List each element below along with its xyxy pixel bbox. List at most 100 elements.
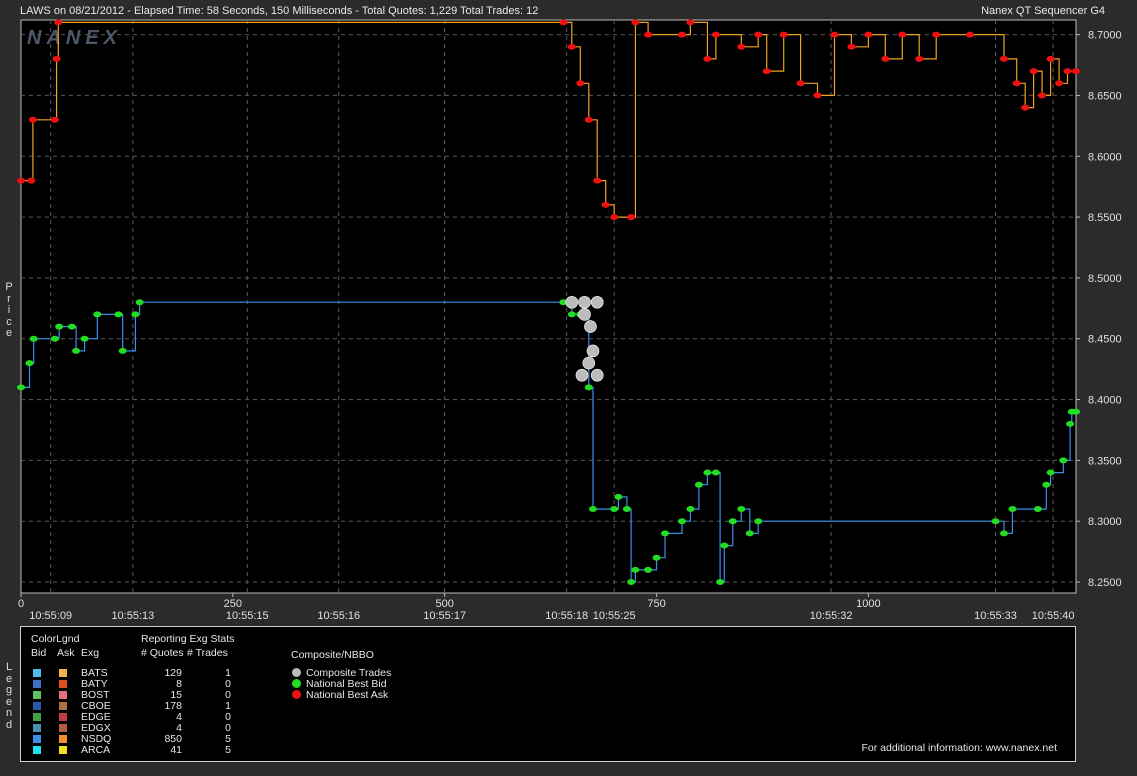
y-tick-label: 8.4500 xyxy=(1088,334,1122,346)
y-tick-label: 8.2500 xyxy=(1088,577,1122,589)
bid-point xyxy=(999,530,1008,537)
bid-point xyxy=(745,530,754,537)
ask-point xyxy=(593,177,602,184)
ask-point xyxy=(686,19,695,26)
bid-point xyxy=(652,554,661,561)
bid-point xyxy=(754,518,763,525)
ask-point xyxy=(54,19,63,26)
bid-point xyxy=(703,469,712,476)
ask-point xyxy=(813,92,822,99)
legend-ask-swatch xyxy=(59,724,67,732)
ask-point xyxy=(28,116,37,123)
ask-point xyxy=(703,55,712,62)
time-tick-label: 10:55:33 xyxy=(974,610,1017,622)
ask-point xyxy=(567,43,576,50)
legend-panel: ColorLgnd Bid Ask Exg Reporting Exg Stat… xyxy=(20,626,1076,762)
y-tick-label: 8.4000 xyxy=(1088,395,1122,407)
bid-point xyxy=(131,311,140,318)
legend-col-exg: Exg xyxy=(81,647,100,659)
bid-point xyxy=(93,311,102,318)
y-tick-label: 8.6500 xyxy=(1088,90,1122,102)
ask-point xyxy=(610,214,619,221)
trade-point xyxy=(584,320,597,333)
legend-ask-swatch xyxy=(59,702,67,710)
ask-point xyxy=(1021,104,1030,111)
bid-point xyxy=(610,506,619,513)
legend-bid-swatch xyxy=(33,735,41,743)
ask-point xyxy=(1072,68,1080,75)
ask-point xyxy=(737,43,746,50)
bid-point xyxy=(631,566,640,573)
legend-bid-swatch xyxy=(33,702,41,710)
x-tick-label: 0 xyxy=(18,598,24,610)
legend-ask-swatch xyxy=(59,669,67,677)
ask-point xyxy=(1012,80,1021,87)
time-tick-label: 10:55:32 xyxy=(810,610,853,622)
ask-point xyxy=(576,80,585,87)
ask-point xyxy=(864,31,873,38)
legend-bid-swatch xyxy=(33,680,41,688)
ask-point xyxy=(966,31,975,38)
legend-ask-swatch xyxy=(59,680,67,688)
bid-point xyxy=(29,335,38,342)
bid-point xyxy=(716,579,725,586)
bid-point xyxy=(1059,457,1068,464)
legend-col-ask: Ask xyxy=(57,647,75,659)
y-tick-label: 8.7000 xyxy=(1088,30,1122,42)
bid-point xyxy=(728,518,737,525)
legend-side-label: L e g e n d xyxy=(5,661,13,731)
time-tick-label: 10:55:13 xyxy=(111,610,154,622)
bid-point xyxy=(737,506,746,513)
legend-trade-count: 5 xyxy=(225,744,231,756)
bid-point xyxy=(644,566,653,573)
ask-point xyxy=(1055,80,1064,87)
legend-stats-title: Reporting Exg Stats xyxy=(141,633,235,645)
trade-point xyxy=(575,368,589,382)
time-tick-label: 10:55:15 xyxy=(226,610,269,622)
legend-bid-swatch xyxy=(33,746,41,754)
time-tick-label: 10:55:09 xyxy=(29,610,72,622)
legend-col-quotes: # Quotes xyxy=(141,647,184,659)
ask-point xyxy=(601,201,610,208)
legend-ask-swatch xyxy=(59,713,67,721)
time-tick-label: 10:55:25 xyxy=(593,610,636,622)
plot-area xyxy=(20,19,1077,594)
ask-point xyxy=(762,68,771,75)
ask-point xyxy=(559,19,568,26)
legend-exchange: ARCA xyxy=(81,744,111,756)
ask-point xyxy=(1046,55,1055,62)
composite-title: Composite/NBBO xyxy=(291,649,374,661)
ask-point xyxy=(677,31,686,38)
bid-point xyxy=(72,347,81,354)
ask-point xyxy=(644,31,653,38)
ask-point xyxy=(631,19,640,26)
x-tick-label: 500 xyxy=(436,598,454,610)
ask-point xyxy=(1063,68,1072,75)
ask-point xyxy=(584,116,593,123)
ask-point xyxy=(754,31,763,38)
bid-point xyxy=(55,323,64,330)
trade-point xyxy=(586,344,600,358)
legend-col-bid: Bid xyxy=(31,647,47,659)
bid-point xyxy=(1066,420,1075,427)
time-tick-label: 10:55:18 xyxy=(545,610,588,622)
y-tick-label: 8.5500 xyxy=(1088,212,1122,224)
x-tick-label: 1000 xyxy=(856,598,880,610)
ask-point xyxy=(779,31,788,38)
ask-point xyxy=(830,31,839,38)
bid-point xyxy=(1042,481,1051,488)
legend-ask-swatch xyxy=(59,691,67,699)
ask-point xyxy=(50,116,59,123)
ask-point xyxy=(796,80,805,87)
bid-point xyxy=(622,506,631,513)
legend-bid-swatch xyxy=(33,669,41,677)
bid-point xyxy=(614,493,623,500)
ask-point xyxy=(52,55,61,62)
y-tick-label: 8.3000 xyxy=(1088,516,1122,528)
bid-point xyxy=(25,360,34,367)
composite-label: National Best Ask xyxy=(306,689,389,701)
bid-point xyxy=(1008,506,1017,513)
bid-point xyxy=(1033,506,1042,513)
legend-ask-swatch xyxy=(59,735,67,743)
bid-point xyxy=(135,299,144,306)
